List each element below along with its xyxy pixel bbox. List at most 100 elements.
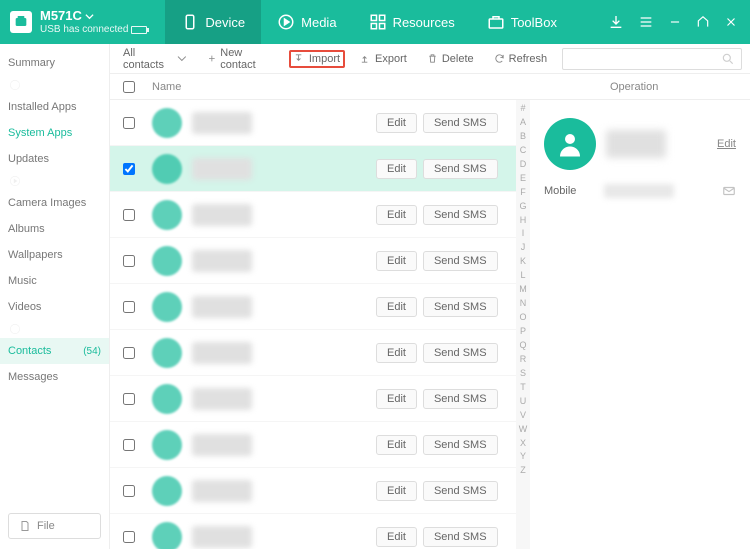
send-sms-button[interactable]: Send SMS	[423, 389, 498, 409]
row-checkbox[interactable]	[123, 163, 135, 175]
alpha-letter[interactable]: B	[516, 130, 530, 144]
sidebar-item-music[interactable]: Music	[0, 268, 109, 294]
search-input[interactable]	[569, 53, 721, 65]
sidebar-item-camera-images[interactable]: Camera Images	[0, 190, 109, 216]
sidebar-item-videos[interactable]: Videos	[0, 294, 109, 320]
row-checkbox[interactable]	[123, 485, 135, 497]
row-checkbox[interactable]	[123, 301, 135, 313]
sidebar-item-summary[interactable]: Summary	[0, 50, 109, 76]
row-checkbox[interactable]	[123, 531, 135, 543]
alpha-letter[interactable]: W	[516, 423, 530, 437]
alpha-letter[interactable]: Y	[516, 450, 530, 464]
alpha-letter[interactable]: E	[516, 172, 530, 186]
detail-edit-link[interactable]: Edit	[717, 138, 736, 150]
import-button[interactable]: Import	[289, 50, 345, 68]
contact-row[interactable]: Edit Send SMS	[110, 514, 516, 549]
export-button[interactable]: Export	[355, 50, 412, 68]
alpha-letter[interactable]: R	[516, 353, 530, 367]
close-icon[interactable]	[724, 15, 738, 29]
send-sms-button[interactable]: Send SMS	[423, 297, 498, 317]
download-icon[interactable]	[608, 14, 624, 30]
alpha-letter[interactable]: U	[516, 395, 530, 409]
send-sms-button[interactable]: Send SMS	[423, 205, 498, 225]
edit-button[interactable]: Edit	[376, 205, 417, 225]
select-all-checkbox[interactable]	[123, 81, 135, 93]
tab-toolbox[interactable]: ToolBox	[471, 0, 573, 44]
delete-button[interactable]: Delete	[422, 50, 479, 68]
contact-row[interactable]: Edit Send SMS	[110, 422, 516, 468]
alpha-letter[interactable]: I	[516, 227, 530, 241]
send-sms-button[interactable]: Send SMS	[423, 251, 498, 271]
alpha-letter[interactable]: N	[516, 297, 530, 311]
search-box[interactable]	[562, 48, 742, 70]
alpha-letter[interactable]: Q	[516, 339, 530, 353]
alpha-letter[interactable]: X	[516, 437, 530, 451]
alpha-letter[interactable]: O	[516, 311, 530, 325]
refresh-button[interactable]: Refresh	[489, 50, 553, 68]
alpha-letter[interactable]: #	[516, 102, 530, 116]
alpha-letter[interactable]: J	[516, 241, 530, 255]
edit-button[interactable]: Edit	[376, 435, 417, 455]
sidebar-item-updates[interactable]: Updates	[0, 146, 109, 172]
row-checkbox[interactable]	[123, 209, 135, 221]
contact-row[interactable]: Edit Send SMS	[110, 146, 516, 192]
alpha-letter[interactable]: K	[516, 255, 530, 269]
edit-button[interactable]: Edit	[376, 527, 417, 547]
alpha-letter[interactable]: G	[516, 200, 530, 214]
contact-row[interactable]: Edit Send SMS	[110, 100, 516, 146]
alpha-letter[interactable]: F	[516, 186, 530, 200]
alpha-letter[interactable]: L	[516, 269, 530, 283]
sidebar-item-albums[interactable]: Albums	[0, 216, 109, 242]
send-sms-button[interactable]: Send SMS	[423, 113, 498, 133]
alpha-letter[interactable]: V	[516, 409, 530, 423]
sidebar-item-installed-apps[interactable]: Installed Apps	[0, 94, 109, 120]
alpha-letter[interactable]: C	[516, 144, 530, 158]
file-button[interactable]: File	[8, 513, 101, 539]
alpha-letter[interactable]: D	[516, 158, 530, 172]
tab-device[interactable]: Device	[165, 0, 261, 44]
sidebar-item-messages[interactable]: Messages	[0, 364, 109, 390]
edit-button[interactable]: Edit	[376, 343, 417, 363]
edit-button[interactable]: Edit	[376, 389, 417, 409]
contact-row[interactable]: Edit Send SMS	[110, 376, 516, 422]
alpha-letter[interactable]: A	[516, 116, 530, 130]
alpha-letter[interactable]: T	[516, 381, 530, 395]
minimize-icon[interactable]	[668, 15, 682, 29]
row-checkbox[interactable]	[123, 347, 135, 359]
send-sms-button[interactable]: Send SMS	[423, 435, 498, 455]
send-sms-button[interactable]: Send SMS	[423, 481, 498, 501]
tab-media[interactable]: Media	[261, 0, 352, 44]
alpha-letter[interactable]: H	[516, 214, 530, 228]
contact-row[interactable]: Edit Send SMS	[110, 468, 516, 514]
row-checkbox[interactable]	[123, 439, 135, 451]
sidebar-item-wallpapers[interactable]: Wallpapers	[0, 242, 109, 268]
send-sms-button[interactable]: Send SMS	[423, 527, 498, 547]
row-checkbox[interactable]	[123, 117, 135, 129]
edit-button[interactable]: Edit	[376, 159, 417, 179]
new-contact-button[interactable]: New contact	[202, 44, 279, 74]
send-sms-button[interactable]: Send SMS	[423, 343, 498, 363]
edit-button[interactable]: Edit	[376, 481, 417, 501]
contact-row[interactable]: Edit Send SMS	[110, 330, 516, 376]
row-checkbox[interactable]	[123, 255, 135, 267]
contact-row[interactable]: Edit Send SMS	[110, 238, 516, 284]
alpha-letter[interactable]: P	[516, 325, 530, 339]
mail-icon[interactable]	[722, 184, 736, 198]
sidebar-item-contacts[interactable]: Contacts(54)	[0, 338, 109, 364]
alpha-letter[interactable]: M	[516, 283, 530, 297]
sidebar-item-system-apps[interactable]: System Apps	[0, 120, 109, 146]
alpha-letter[interactable]: S	[516, 367, 530, 381]
edit-button[interactable]: Edit	[376, 251, 417, 271]
send-sms-button[interactable]: Send SMS	[423, 159, 498, 179]
contact-row[interactable]: Edit Send SMS	[110, 192, 516, 238]
contact-row[interactable]: Edit Send SMS	[110, 284, 516, 330]
home-icon[interactable]	[696, 15, 710, 29]
row-checkbox[interactable]	[123, 393, 135, 405]
filter-dropdown[interactable]: All contacts	[118, 44, 192, 74]
tab-resources[interactable]: Resources	[353, 0, 471, 44]
edit-button[interactable]: Edit	[376, 113, 417, 133]
menu-icon[interactable]	[638, 14, 654, 30]
edit-button[interactable]: Edit	[376, 297, 417, 317]
alpha-letter[interactable]: Z	[516, 464, 530, 478]
device-info[interactable]: M571C USB has connected	[0, 8, 157, 36]
